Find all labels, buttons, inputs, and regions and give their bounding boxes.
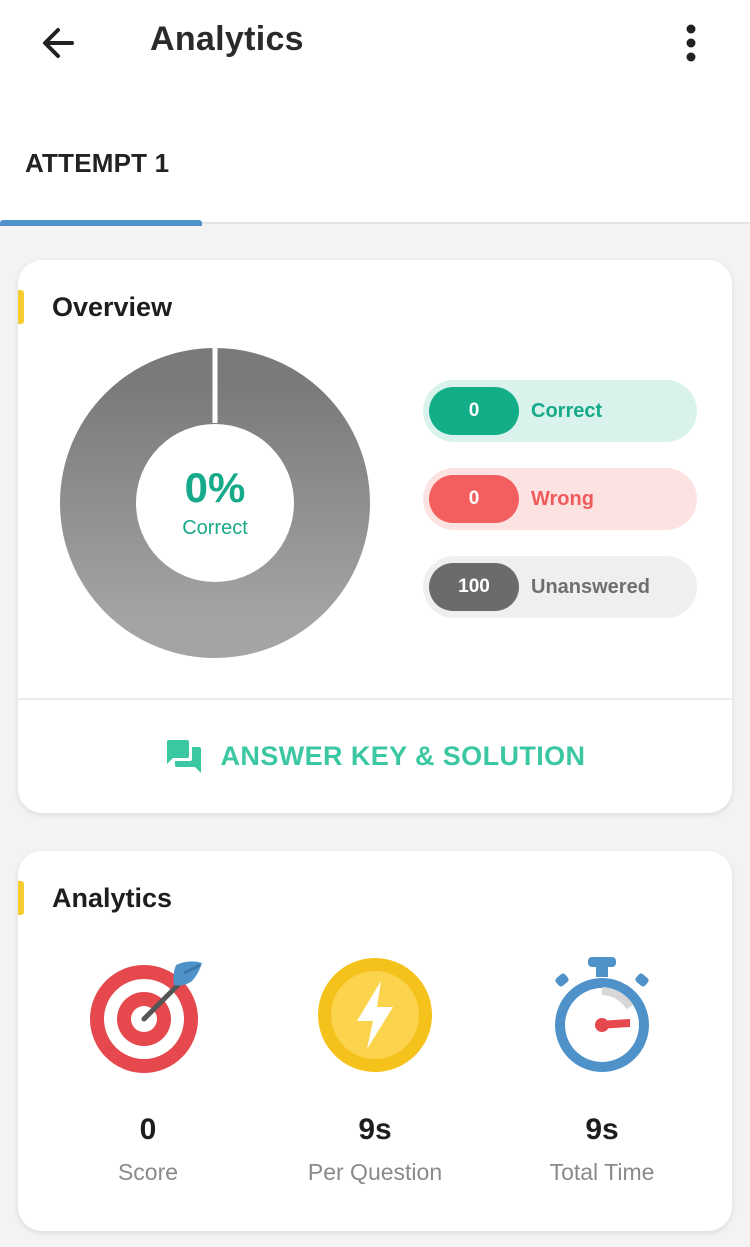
- score-value: 0: [139, 1113, 157, 1146]
- stopwatch-icon: [555, 957, 649, 1072]
- section-accent-bar: [18, 290, 24, 324]
- answer-key-label: ANSWER KEY & SOLUTION: [220, 741, 586, 771]
- wrong-count-badge: 0: [429, 475, 519, 523]
- app-bar: Analytics: [0, 0, 750, 90]
- unanswered-label: Unanswered: [531, 575, 650, 598]
- stat-total-time: 9s Total Time: [482, 955, 722, 1195]
- section-accent-bar: [18, 881, 24, 915]
- unanswered-count-badge: 100: [429, 563, 519, 611]
- stat-score: 0 Score: [28, 955, 268, 1195]
- correct-percent-label: Correct: [182, 516, 248, 539]
- page-title: Analytics: [150, 20, 304, 58]
- more-options-button[interactable]: [666, 18, 716, 68]
- analytics-card: Analytics 0 Score 9s Per Question 9s Tot…: [18, 851, 732, 1231]
- correct-percent: 0%: [184, 463, 246, 511]
- correct-count-badge: 0: [429, 387, 519, 435]
- stat-per-question: 9s Per Question: [255, 955, 495, 1195]
- total-time-value: 9s: [585, 1113, 619, 1146]
- per-question-label: Per Question: [307, 1159, 443, 1185]
- arrow-left-icon: [43, 28, 74, 58]
- tab-attempt-1[interactable]: ATTEMPT 1: [0, 90, 202, 226]
- donut-chart: 0% Correct: [58, 346, 372, 660]
- total-time-label: Total Time: [549, 1159, 655, 1185]
- donut-center: 0% Correct: [58, 346, 372, 660]
- analytics-title: Analytics: [52, 883, 173, 913]
- wrong-label: Wrong: [531, 487, 594, 510]
- answer-key-solution-button[interactable]: ANSWER KEY & SOLUTION: [18, 700, 732, 813]
- tab-bar: ATTEMPT 1: [0, 90, 750, 226]
- overview-card: Overview 0% Correct 0 Correct 0 Wrong 10…: [18, 260, 732, 813]
- lightning-coin-icon: [318, 958, 432, 1072]
- stat-pill-wrong: 0 Wrong: [423, 468, 697, 530]
- chat-bubbles-icon: [166, 739, 201, 773]
- target-dart-icon: [90, 961, 202, 1073]
- tab-active-indicator: [0, 220, 202, 226]
- overview-title: Overview: [52, 292, 173, 322]
- per-question-value: 9s: [358, 1113, 392, 1146]
- tab-label: ATTEMPT 1: [25, 148, 170, 178]
- more-vertical-icon: [686, 24, 696, 62]
- score-label: Score: [117, 1159, 179, 1185]
- back-button[interactable]: [28, 18, 88, 68]
- stat-pill-unanswered: 100 Unanswered: [423, 556, 697, 618]
- correct-label: Correct: [531, 399, 603, 422]
- stat-pill-correct: 0 Correct: [423, 380, 697, 442]
